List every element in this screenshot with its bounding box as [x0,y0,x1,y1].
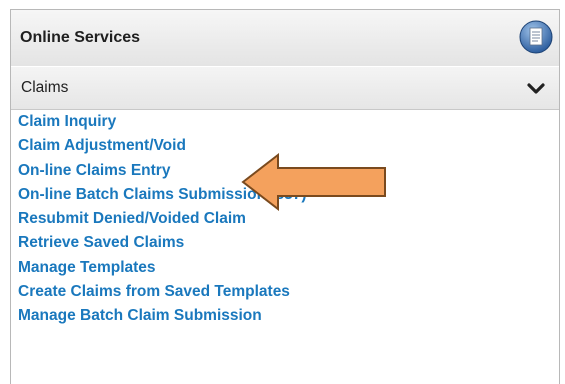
document-icon[interactable] [519,20,553,54]
panel-title: Online Services [20,29,141,46]
panel-header: Online Services [11,10,559,67]
manage-batch-claim-submission-link[interactable]: Manage Batch Claim Submission [18,304,307,328]
claim-inquiry-link[interactable]: Claim Inquiry [18,110,307,134]
claims-link-list: Claim Inquiry Claim Adjustment/Void On-l… [18,110,307,329]
retrieve-saved-claims-link[interactable]: Retrieve Saved Claims [18,231,307,255]
chevron-down-icon [527,83,545,94]
orange-arrow-annotation [241,153,386,211]
manage-templates-link[interactable]: Manage Templates [18,256,307,280]
create-claims-from-saved-templates-link[interactable]: Create Claims from Saved Templates [18,280,307,304]
claims-section-toggle[interactable]: Claims [11,66,559,110]
section-title: Claims [21,79,69,96]
